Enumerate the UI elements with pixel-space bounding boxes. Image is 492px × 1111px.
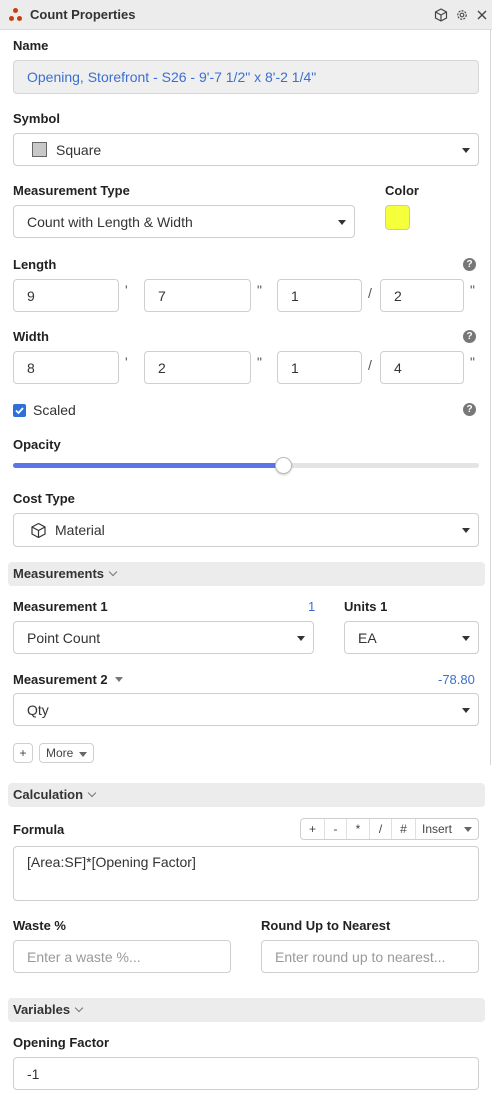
inch-mark: " — [257, 354, 262, 370]
width-numerator-input[interactable]: 1 — [277, 351, 362, 384]
number-operator-button[interactable]: # — [392, 819, 416, 839]
length-label: Length — [13, 257, 57, 272]
measurement1-select-value: Point Count — [27, 629, 101, 646]
color-label: Color — [385, 183, 419, 198]
length-feet-input[interactable]: 9 — [13, 279, 119, 312]
fraction-slash: / — [368, 357, 372, 373]
measurement1-label: Measurement 1 — [13, 599, 108, 614]
units1-select-value: EA — [358, 629, 377, 646]
feet-mark: ' — [125, 282, 128, 298]
scaled-checkbox[interactable] — [13, 404, 26, 417]
add-measurement-button[interactable]: + — [13, 743, 33, 763]
chevron-down-icon — [338, 219, 346, 225]
inch-mark: " — [470, 282, 475, 298]
measurement-type-label: Measurement Type — [13, 183, 130, 198]
more-button[interactable]: More — [39, 743, 94, 763]
formula-toolbar: + - * / # Insert — [300, 818, 479, 840]
round-up-label: Round Up to Nearest — [261, 918, 391, 933]
chevron-down-icon — [462, 707, 470, 713]
name-label: Name — [13, 38, 49, 53]
measurement1-select[interactable]: Point Count — [13, 621, 314, 654]
opening-factor-label: Opening Factor — [13, 1035, 110, 1050]
gear-icon[interactable] — [455, 8, 469, 22]
feet-mark: ' — [125, 354, 128, 370]
waste-input[interactable]: Enter a waste %... — [13, 940, 231, 973]
more-button-label: More — [46, 746, 74, 760]
cost-type-select[interactable]: Material — [13, 513, 479, 547]
measurement-type-value: Count with Length & Width — [27, 213, 193, 230]
fraction-slash: / — [368, 285, 372, 301]
measurement2-select[interactable]: Qty — [13, 693, 479, 726]
name-field[interactable]: Opening, Storefront - S26 - 9'-7 1/2" x … — [13, 60, 479, 94]
width-inches-input[interactable]: 2 — [144, 351, 251, 384]
length-denominator-input[interactable]: 2 — [380, 279, 464, 312]
width-label: Width — [13, 329, 49, 344]
close-icon[interactable] — [475, 8, 489, 22]
check-icon — [15, 407, 24, 415]
width-feet-input[interactable]: 8 — [13, 351, 119, 384]
measurement2-value: -78.80 — [438, 672, 475, 687]
panel-header: Count Properties — [0, 0, 492, 30]
multiply-operator-button[interactable]: * — [347, 819, 370, 839]
units1-label: Units 1 — [344, 599, 388, 614]
calculation-section-label: Calculation — [13, 787, 84, 802]
chevron-down-icon — [79, 752, 87, 757]
scrollbar-track[interactable] — [490, 30, 491, 765]
chevron-down-icon — [462, 147, 470, 153]
opacity-label: Opacity — [13, 437, 61, 452]
measurement2-label[interactable]: Measurement 2 — [13, 672, 124, 687]
insert-dropdown-label: Insert — [422, 822, 453, 836]
symbol-select[interactable]: Square — [13, 133, 479, 166]
length-numerator-input[interactable]: 1 — [277, 279, 362, 312]
help-icon[interactable]: ? — [463, 258, 476, 271]
help-icon[interactable]: ? — [463, 330, 476, 343]
inch-mark: " — [257, 282, 262, 298]
waste-label: Waste % — [13, 918, 66, 933]
opacity-slider-thumb[interactable] — [275, 457, 293, 474]
app-logo-icon — [9, 8, 25, 24]
round-up-input[interactable]: Enter round up to nearest... — [261, 940, 479, 973]
chevron-down-icon — [74, 1003, 84, 1013]
insert-dropdown[interactable]: Insert — [416, 819, 478, 839]
length-inches-input[interactable]: 7 — [144, 279, 251, 312]
divide-operator-button[interactable]: / — [370, 819, 392, 839]
chevron-down-icon — [297, 635, 305, 641]
plus-operator-button[interactable]: + — [301, 819, 325, 839]
chevron-down-icon — [462, 528, 470, 533]
chevron-down-icon — [462, 635, 470, 641]
chevron-down-icon — [108, 567, 118, 577]
chevron-down-icon — [115, 677, 124, 682]
formula-label: Formula — [13, 822, 65, 837]
chevron-down-icon — [87, 788, 97, 798]
measurements-section-header[interactable]: Measurements — [8, 562, 485, 586]
cube-icon — [31, 522, 46, 539]
symbol-label: Symbol — [13, 111, 60, 126]
measurements-section-label: Measurements — [13, 566, 105, 581]
cost-type-value: Material — [55, 522, 105, 538]
scaled-label: Scaled — [33, 402, 76, 418]
symbol-value: Square — [56, 141, 102, 158]
variables-section-label: Variables — [13, 1002, 71, 1017]
variables-section-header[interactable]: Variables — [8, 998, 485, 1022]
inch-mark: " — [470, 354, 475, 370]
color-swatch[interactable] — [385, 205, 410, 230]
units1-select[interactable]: EA — [344, 621, 479, 654]
panel-title: Count Properties — [30, 7, 136, 22]
minus-operator-button[interactable]: - — [325, 819, 347, 839]
square-symbol-icon — [32, 142, 47, 157]
formula-textarea[interactable]: [Area:SF]*[Opening Factor] — [13, 846, 479, 901]
measurement2-label-text: Measurement 2 — [13, 672, 108, 687]
measurement1-value: 1 — [308, 599, 316, 614]
opacity-slider-fill — [13, 463, 284, 468]
measurement2-select-value: Qty — [27, 701, 49, 718]
help-icon[interactable]: ? — [463, 403, 476, 416]
width-denominator-input[interactable]: 4 — [380, 351, 464, 384]
opacity-slider[interactable] — [13, 457, 479, 474]
chevron-down-icon — [464, 827, 472, 832]
measurement-type-select[interactable]: Count with Length & Width — [13, 205, 355, 238]
cube-icon[interactable] — [434, 8, 448, 22]
calculation-section-header[interactable]: Calculation — [8, 783, 485, 807]
cost-type-label: Cost Type — [13, 491, 75, 506]
opening-factor-input[interactable]: -1 — [13, 1057, 479, 1090]
